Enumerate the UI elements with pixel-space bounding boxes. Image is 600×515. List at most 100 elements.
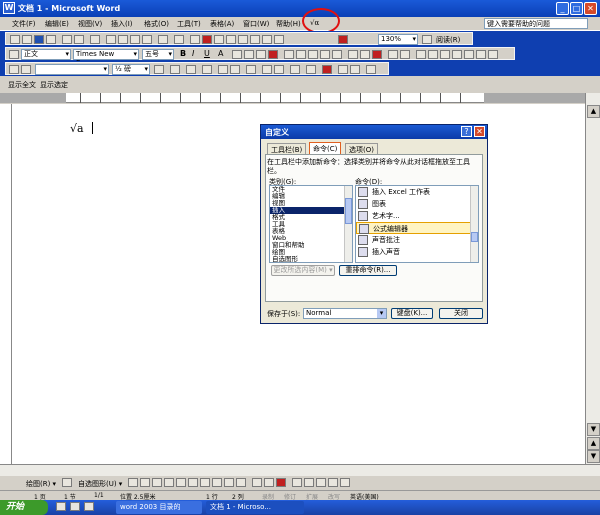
char-border-icon[interactable] — [440, 50, 450, 59]
categories-list[interactable]: 文件 编辑 视图 插入 格式 工具 表格 Web 窗口和帮助 绘图 自选图形 — [269, 185, 353, 263]
tab-options[interactable]: 选项(O) — [345, 143, 378, 154]
insert-excel-icon[interactable] — [226, 35, 236, 44]
modify-selection-button[interactable]: 更改所选内容(M) ▾ — [271, 265, 335, 276]
list-item[interactable]: 插入 Excel 工作表 — [356, 186, 478, 198]
list-item[interactable]: 艺术字... — [356, 210, 478, 222]
horizontal-scrollbar[interactable] — [0, 464, 600, 476]
menu-format[interactable]: 格式(O) — [144, 19, 169, 29]
start-button[interactable]: 开始 — [0, 500, 48, 515]
menu-table[interactable]: 表格(A) — [210, 19, 234, 29]
table-autoformat-icon[interactable] — [290, 65, 300, 74]
line-spacing-icon[interactable] — [284, 50, 294, 59]
autofit-icon[interactable] — [322, 65, 332, 74]
task-word-folder[interactable]: word 2003 目录的 — [116, 501, 202, 514]
align-center-icon[interactable] — [244, 50, 254, 59]
rearrange-commands-button[interactable]: 重排命令(R)... — [339, 265, 397, 276]
increase-indent-icon[interactable] — [332, 50, 342, 59]
close-button[interactable]: ✕ — [584, 2, 597, 15]
diagram-icon[interactable] — [212, 478, 222, 487]
insert-table-icon[interactable] — [214, 35, 224, 44]
line-weight-combo[interactable]: ½ 磅 — [112, 64, 150, 75]
spelling-icon[interactable] — [90, 35, 100, 44]
commands-list[interactable]: 插入 Excel 工作表 图表 艺术字... 公式编辑器 声音批注 插入声音 — [355, 185, 479, 263]
list-item-selected[interactable]: 公式编辑器 — [356, 222, 478, 234]
scroll-down-icon[interactable]: ▼ — [587, 423, 600, 436]
italic-button[interactable]: I — [192, 49, 194, 58]
border-icon[interactable] — [348, 50, 358, 59]
toolbar-options-icon[interactable] — [488, 50, 498, 59]
maximize-button[interactable]: □ — [570, 2, 583, 15]
permission-icon[interactable] — [46, 35, 56, 44]
zoom-combo[interactable]: 130% — [378, 34, 418, 45]
quicklaunch-desktop-icon[interactable] — [70, 502, 80, 511]
menu-window[interactable]: 窗口(W) — [243, 19, 269, 29]
minimize-button[interactable]: _ — [556, 2, 569, 15]
list-item[interactable]: 自选图形 — [270, 256, 352, 263]
horizontal-ruler[interactable] — [0, 93, 585, 103]
line-color-icon[interactable] — [264, 478, 274, 487]
font-color-icon[interactable] — [372, 50, 382, 59]
print-icon[interactable] — [62, 35, 72, 44]
document-map-icon[interactable] — [262, 35, 272, 44]
underline-button[interactable]: U — [204, 49, 210, 58]
list-item[interactable]: 图表 — [356, 198, 478, 210]
show-selected-button[interactable]: 显示选定 — [40, 80, 68, 90]
distribute-rows-icon[interactable] — [262, 65, 272, 74]
equation-editor-icon[interactable] — [338, 35, 348, 44]
shadow-icon[interactable] — [328, 478, 338, 487]
clipart-icon[interactable] — [224, 478, 234, 487]
menu-help[interactable]: 帮助(H) — [276, 19, 301, 29]
split-cells-icon[interactable] — [230, 65, 240, 74]
rectangle-icon[interactable] — [152, 478, 162, 487]
categories-scrollbar[interactable] — [344, 186, 352, 262]
hyperlink-icon[interactable] — [190, 35, 200, 44]
phonetic-icon[interactable] — [416, 50, 426, 59]
subscript-icon[interactable] — [400, 50, 410, 59]
copy-icon[interactable] — [118, 35, 128, 44]
bold-button[interactable]: B — [180, 49, 186, 58]
dialog-help-button[interactable]: ? — [461, 126, 472, 137]
menu-view[interactable]: 视图(V) — [78, 19, 102, 29]
3d-icon[interactable] — [340, 478, 350, 487]
autoshapes-button[interactable]: 自选图形(U) ▾ — [78, 479, 122, 489]
print-preview-icon[interactable] — [74, 35, 84, 44]
redo-icon[interactable] — [174, 35, 184, 44]
arrow-icon[interactable] — [140, 478, 150, 487]
cut-icon[interactable] — [106, 35, 116, 44]
prev-page-icon[interactable]: ▲ — [587, 437, 600, 450]
vertical-scrollbar[interactable]: ▲ ▼ ▲ ▼ — [585, 93, 600, 464]
help-icon[interactable] — [422, 35, 432, 44]
sort-ascending-icon[interactable] — [338, 65, 348, 74]
draw-menu-button[interactable]: 绘图(R) ▾ — [26, 479, 56, 489]
menu-insert[interactable]: 插入(I) — [111, 19, 133, 29]
align-right-icon[interactable] — [256, 50, 266, 59]
quicklaunch-ie-icon[interactable] — [56, 502, 66, 511]
text-direction-icon[interactable] — [306, 65, 316, 74]
draw-font-color-icon[interactable] — [276, 478, 286, 487]
oval-icon[interactable] — [164, 478, 174, 487]
char-shading-icon[interactable] — [452, 50, 462, 59]
line-style-combo[interactable] — [35, 64, 109, 75]
sort-descending-icon[interactable] — [350, 65, 360, 74]
char-scale-icon[interactable] — [464, 50, 474, 59]
decrease-indent-icon[interactable] — [320, 50, 330, 59]
dash-style-icon[interactable] — [304, 478, 314, 487]
styles-icon[interactable] — [9, 50, 19, 59]
undo-icon[interactable] — [158, 35, 168, 44]
menu-tools[interactable]: 工具(T) — [177, 19, 201, 29]
draw-table-icon[interactable] — [9, 65, 19, 74]
line-icon[interactable] — [128, 478, 138, 487]
show-all-button[interactable]: 显示全文 — [8, 80, 36, 90]
border-color-icon[interactable] — [154, 65, 164, 74]
list-item[interactable]: 声音批注 — [356, 234, 478, 246]
tables-borders-icon[interactable] — [202, 35, 212, 44]
keyboard-button[interactable]: 键盘(K)... — [391, 308, 433, 319]
bullets-icon[interactable] — [308, 50, 318, 59]
font-color-letter[interactable]: A — [218, 49, 223, 58]
arrow-style-icon[interactable] — [316, 478, 326, 487]
insert-table-small-icon[interactable] — [202, 65, 212, 74]
dialog-close-button[interactable]: ✕ — [474, 126, 485, 137]
insert-wordart-icon[interactable] — [200, 478, 210, 487]
enclose-icon[interactable] — [428, 50, 438, 59]
align-left-icon[interactable] — [232, 50, 242, 59]
